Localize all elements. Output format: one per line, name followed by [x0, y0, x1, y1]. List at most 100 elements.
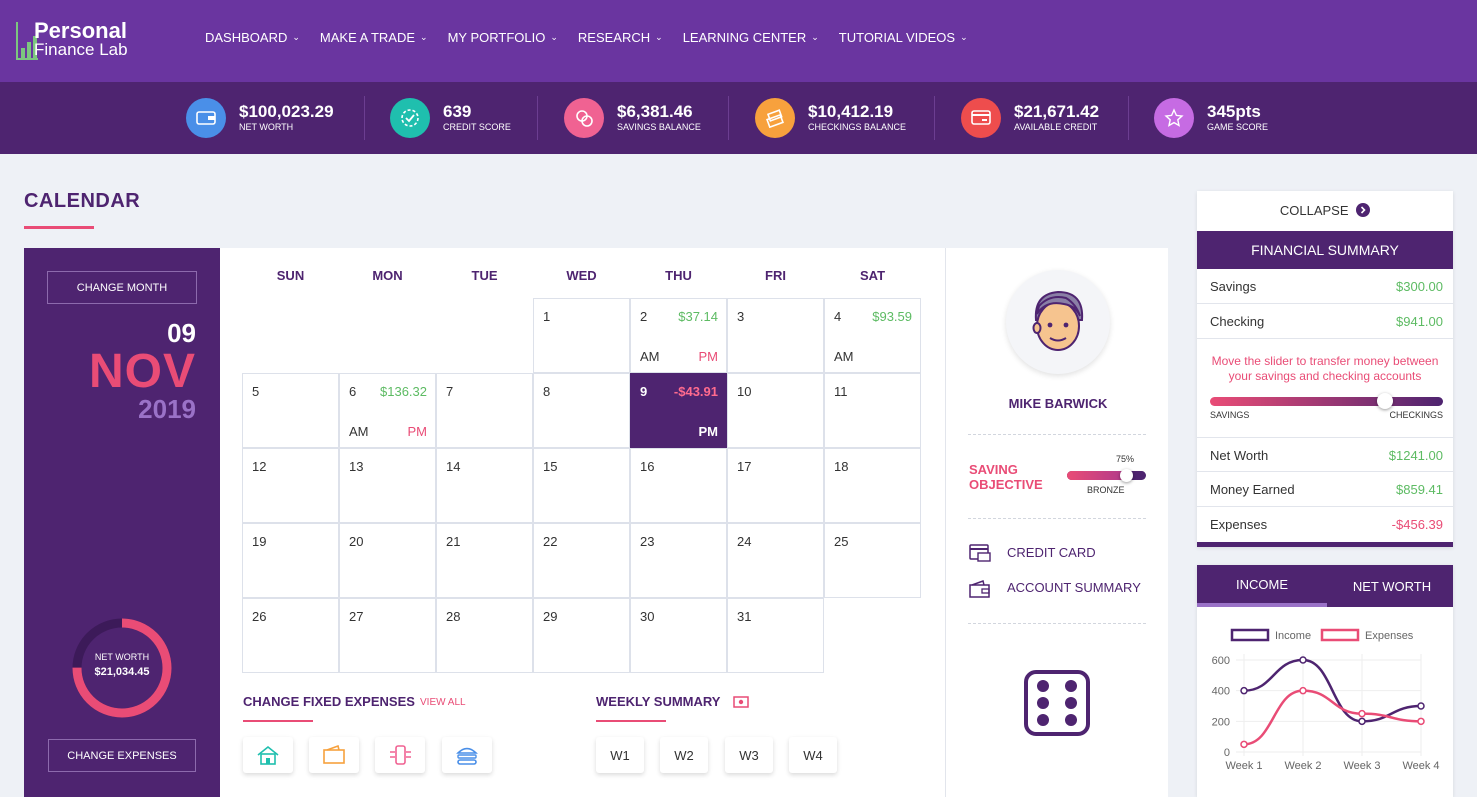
calendar-day-13[interactable]: 13 — [339, 448, 436, 523]
stat-label: NET WORTH — [239, 122, 294, 132]
calendar-day-22[interactable]: 22 — [533, 523, 630, 598]
phone-icon — [390, 745, 411, 765]
change-expenses-button[interactable]: CHANGE EXPENSES — [48, 739, 196, 772]
nav-tutorial-videos[interactable]: TUTORIAL VIDEOS ⌄ — [839, 30, 968, 45]
transfer-slider-knob[interactable] — [1376, 393, 1393, 409]
change-month-button[interactable]: CHANGE MONTH — [47, 271, 197, 304]
day-number: 9 — [640, 384, 648, 399]
dice-icon[interactable] — [1023, 669, 1091, 737]
stat-value: $10,412.19 — [808, 102, 894, 121]
calendar-day-11[interactable]: 11 — [824, 373, 921, 448]
calendar-day-6[interactable]: 6 $136.32 AM PM — [339, 373, 436, 448]
calendar-day-28[interactable]: 28 — [436, 598, 533, 673]
nav-learning-center[interactable]: LEARNING CENTER ⌄ — [683, 30, 819, 45]
calendar-day-27[interactable]: 27 — [339, 598, 436, 673]
week-1-button[interactable]: W1 — [596, 737, 644, 773]
data-point — [1240, 740, 1248, 749]
am-marker[interactable]: AM — [349, 424, 369, 439]
coins-icon — [564, 98, 604, 138]
stat-net-worth: $100,023.29 NET WORTH — [186, 96, 334, 140]
pm-marker[interactable]: PM — [699, 349, 719, 364]
calendar-day-18[interactable]: 18 — [824, 448, 921, 523]
section-underline — [243, 720, 313, 722]
calendar-day-21[interactable]: 21 — [436, 523, 533, 598]
divider — [537, 96, 538, 140]
calendar-day-24[interactable]: 24 — [727, 523, 824, 598]
view-all-link[interactable]: VIEW ALL — [420, 697, 466, 708]
pm-marker[interactable]: PM — [699, 424, 719, 439]
calendar-day-7[interactable]: 7 — [436, 373, 533, 448]
nav-dashboard[interactable]: DASHBOARD ⌄ — [205, 30, 300, 45]
calendar-day-4[interactable]: 4 $93.59 AM — [824, 298, 921, 373]
calendar-day-8[interactable]: 8 — [533, 373, 630, 448]
calendar-day-20[interactable]: 20 — [339, 523, 436, 598]
date-panel: CHANGE MONTH 09 NOV 2019 NET WORTH $21,0… — [24, 248, 220, 797]
pm-marker[interactable]: PM — [408, 424, 428, 439]
day-number: 25 — [834, 534, 849, 549]
calendar-day-9[interactable]: 9 -$43.91 PM — [630, 373, 727, 448]
nav-make-a-trade[interactable]: MAKE A TRADE ⌄ — [320, 30, 428, 45]
collapse-button[interactable]: COLLAPSE — [1197, 203, 1453, 218]
row-label: Checking — [1210, 314, 1265, 329]
wallet-expense-button[interactable] — [309, 737, 359, 773]
stat-value: $100,023.29 — [239, 102, 334, 121]
day-number: 30 — [640, 609, 655, 624]
calendar-day-5[interactable]: 5 — [242, 373, 339, 448]
y-tick-label: 200 — [1212, 716, 1230, 728]
objective-knob[interactable] — [1120, 469, 1134, 482]
stat-label: SAVINGS BALANCE — [617, 122, 701, 132]
calendar-day-26[interactable]: 26 — [242, 598, 339, 673]
calendar-day-31[interactable]: 31 — [727, 598, 824, 673]
calendar-day-2[interactable]: 2 $37.14 AM PM — [630, 298, 727, 373]
week-3-button[interactable]: W3 — [725, 737, 773, 773]
logo[interactable]: Personal Finance Lab — [14, 16, 174, 64]
nav-research[interactable]: RESEARCH ⌄ — [578, 30, 663, 45]
am-marker[interactable]: AM — [640, 349, 660, 364]
calendar-day-1[interactable]: 1 — [533, 298, 630, 373]
weekday-label: SAT — [859, 268, 886, 283]
donut-value: $21,034.45 — [94, 666, 150, 678]
main-panel: SUN MON TUE WED THU FRI SAT 1 2 $37.14 AM PM 3 4 $93.5… — [220, 248, 1168, 797]
credit-card-link[interactable]: CREDIT CARD — [1007, 545, 1096, 560]
income-chart-card: INCOME NET WORTH 0 200 400 600 Week 1 Week 2 W… — [1197, 565, 1453, 797]
data-point — [1358, 709, 1366, 718]
calendar-day-14[interactable]: 14 — [436, 448, 533, 523]
calendar-day-25[interactable]: 25 — [824, 523, 921, 598]
food-expense-button[interactable] — [442, 737, 492, 773]
weekday-label: FRI — [765, 268, 786, 283]
tab-net-worth[interactable]: NET WORTH — [1327, 565, 1457, 607]
summary-row-savings: Savings $300.00 — [1197, 269, 1453, 304]
calendar-day-12[interactable]: 12 — [242, 448, 339, 523]
calendar-day-15[interactable]: 15 — [533, 448, 630, 523]
calendar-day-3[interactable]: 3 — [727, 298, 824, 373]
calendar-day-23[interactable]: 23 — [630, 523, 727, 598]
nav-my-portfolio[interactable]: MY PORTFOLIO ⌄ — [448, 30, 558, 45]
calendar-day-17[interactable]: 17 — [727, 448, 824, 523]
divider — [968, 623, 1146, 624]
week-4-button[interactable]: W4 — [789, 737, 837, 773]
row-label: Expenses — [1210, 517, 1268, 532]
phone-expense-button[interactable] — [375, 737, 425, 773]
calendar-day-29[interactable]: 29 — [533, 598, 630, 673]
avatar[interactable] — [1006, 270, 1110, 374]
financial-summary-card: COLLAPSE FINANCIAL SUMMARY Savings $300.0… — [1197, 191, 1453, 547]
divider — [728, 96, 729, 140]
calendar-day-16[interactable]: 16 — [630, 448, 727, 523]
weekday-label: MON — [372, 268, 403, 283]
row-label: Net Worth — [1210, 448, 1269, 463]
house-expense-button[interactable] — [243, 737, 293, 773]
am-marker[interactable]: AM — [834, 349, 854, 364]
column-divider — [945, 248, 946, 797]
calendar-day-10[interactable]: 10 — [727, 373, 824, 448]
calendar-day-30[interactable]: 30 — [630, 598, 727, 673]
day-number: 29 — [543, 609, 558, 624]
account-summary-link[interactable]: ACCOUNT SUMMARY — [1007, 580, 1141, 595]
day-number: 26 — [252, 609, 267, 624]
stat-available-credit: $21,671.42 AVAILABLE CREDIT — [961, 96, 1099, 140]
stat-label: CHECKINGS BALANCE — [808, 122, 907, 132]
transfer-slider-track[interactable] — [1210, 397, 1443, 406]
calendar-day-19[interactable]: 19 — [242, 523, 339, 598]
week-2-button[interactable]: W2 — [660, 737, 708, 773]
tab-income[interactable]: INCOME — [1197, 565, 1327, 607]
cash-icon[interactable] — [733, 696, 749, 708]
